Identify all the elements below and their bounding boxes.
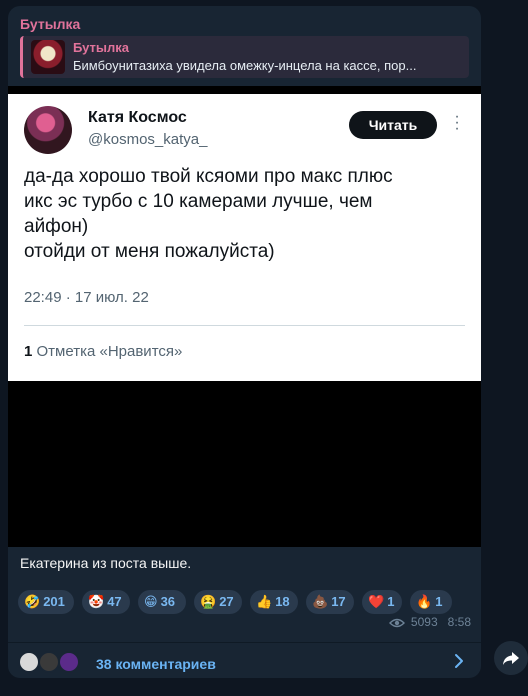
message-meta: 5093 8:58 [388, 615, 471, 629]
reaction-emoji: 👍 [256, 594, 273, 609]
reaction-chip[interactable]: 💩 17 [306, 590, 354, 614]
commenter-avatar [18, 651, 40, 673]
comments-label: 38 комментариев [96, 656, 216, 672]
tweet-text-line: айфон) [24, 216, 89, 237]
tweet-text-line: икс эс турбо с 10 камерами лучше, чем [24, 191, 373, 212]
reaction-chip[interactable]: 🔥 1 [410, 590, 452, 614]
tweet-divider [24, 325, 465, 326]
chevron-right-icon [455, 654, 463, 668]
reaction-count: 1 [435, 594, 443, 609]
tweet-likes-label: Отметка «Нравится» [36, 343, 183, 360]
reaction-chip[interactable]: 🤡 47 [82, 590, 130, 614]
tweet-timestamp: 22:49 · 17 июл. 22 [24, 289, 149, 306]
message-bubble: Бутылка Бутылка Бимбоунитазиха увидела о… [8, 6, 481, 678]
view-count: 5093 [410, 615, 438, 629]
commenter-avatar [58, 651, 80, 673]
more-vertical-icon: · · · [454, 108, 460, 137]
tweet-text-line: да-да хорошо твой ксяоми про макс плюс [24, 166, 393, 187]
reaction-emoji: 🤮 [200, 594, 217, 609]
message-caption: Екатерина из поста выше. [20, 555, 192, 571]
tweet-likes-count: 1 [24, 343, 33, 360]
reaction-chip[interactable]: ❤️ 1 [362, 590, 402, 614]
reaction-emoji: 🤣 [24, 594, 41, 609]
reaction-count: 18 [275, 594, 290, 609]
reaction-emoji: 🤡 [88, 594, 105, 609]
share-button[interactable] [494, 641, 528, 675]
comments-bar[interactable]: 38 комментариев [8, 642, 481, 678]
reaction-count: 1 [387, 594, 395, 609]
reaction-emoji: 🔥 [416, 594, 433, 609]
tweet-likes: 1 Отметка «Нравится» [24, 343, 182, 360]
reaction-chip[interactable]: 🤣 201 [18, 590, 74, 614]
reply-preview[interactable]: Бутылка Бимбоунитазиха увидела омежку-ин… [20, 36, 469, 78]
commenter-avatar [38, 651, 60, 673]
tweet-text-line: отойди от меня пожалуйста) [24, 241, 275, 262]
tweet-text: да-да хорошо твой ксяоми про макс плюс и… [24, 164, 469, 264]
reaction-emoji: 💩 [312, 594, 329, 609]
message-time: 8:58 [447, 615, 471, 629]
tweet-author-name: Катя Космос [88, 109, 187, 126]
reaction-count: 27 [219, 594, 234, 609]
reaction-count: 201 [43, 594, 65, 609]
reply-text: Бимбоунитазиха увидела омежку-инцела на … [73, 58, 417, 73]
tweet-avatar [24, 106, 72, 154]
follow-button: Читать [349, 111, 437, 139]
reaction-count: 47 [107, 594, 122, 609]
reaction-emoji: ❤️ [368, 594, 385, 609]
tweet-screenshot: Катя Космос @kosmos_katya_ Читать · · · да… [8, 94, 481, 381]
reaction-chip[interactable]: 🤮 27 [194, 590, 242, 614]
reply-thumbnail [31, 40, 65, 74]
reaction-count: 17 [331, 594, 346, 609]
reaction-chip[interactable]: 😁 36 [138, 590, 186, 614]
reaction-chip[interactable]: 👍 18 [250, 590, 298, 614]
share-icon [503, 652, 519, 665]
reaction-emoji: 😁 [144, 594, 158, 609]
sender-name[interactable]: Бутылка [20, 16, 80, 32]
eye-icon [388, 618, 405, 628]
reaction-count: 36 [160, 594, 176, 609]
tweet-author-handle: @kosmos_katya_ [88, 131, 208, 148]
reply-title: Бутылка [73, 40, 130, 55]
